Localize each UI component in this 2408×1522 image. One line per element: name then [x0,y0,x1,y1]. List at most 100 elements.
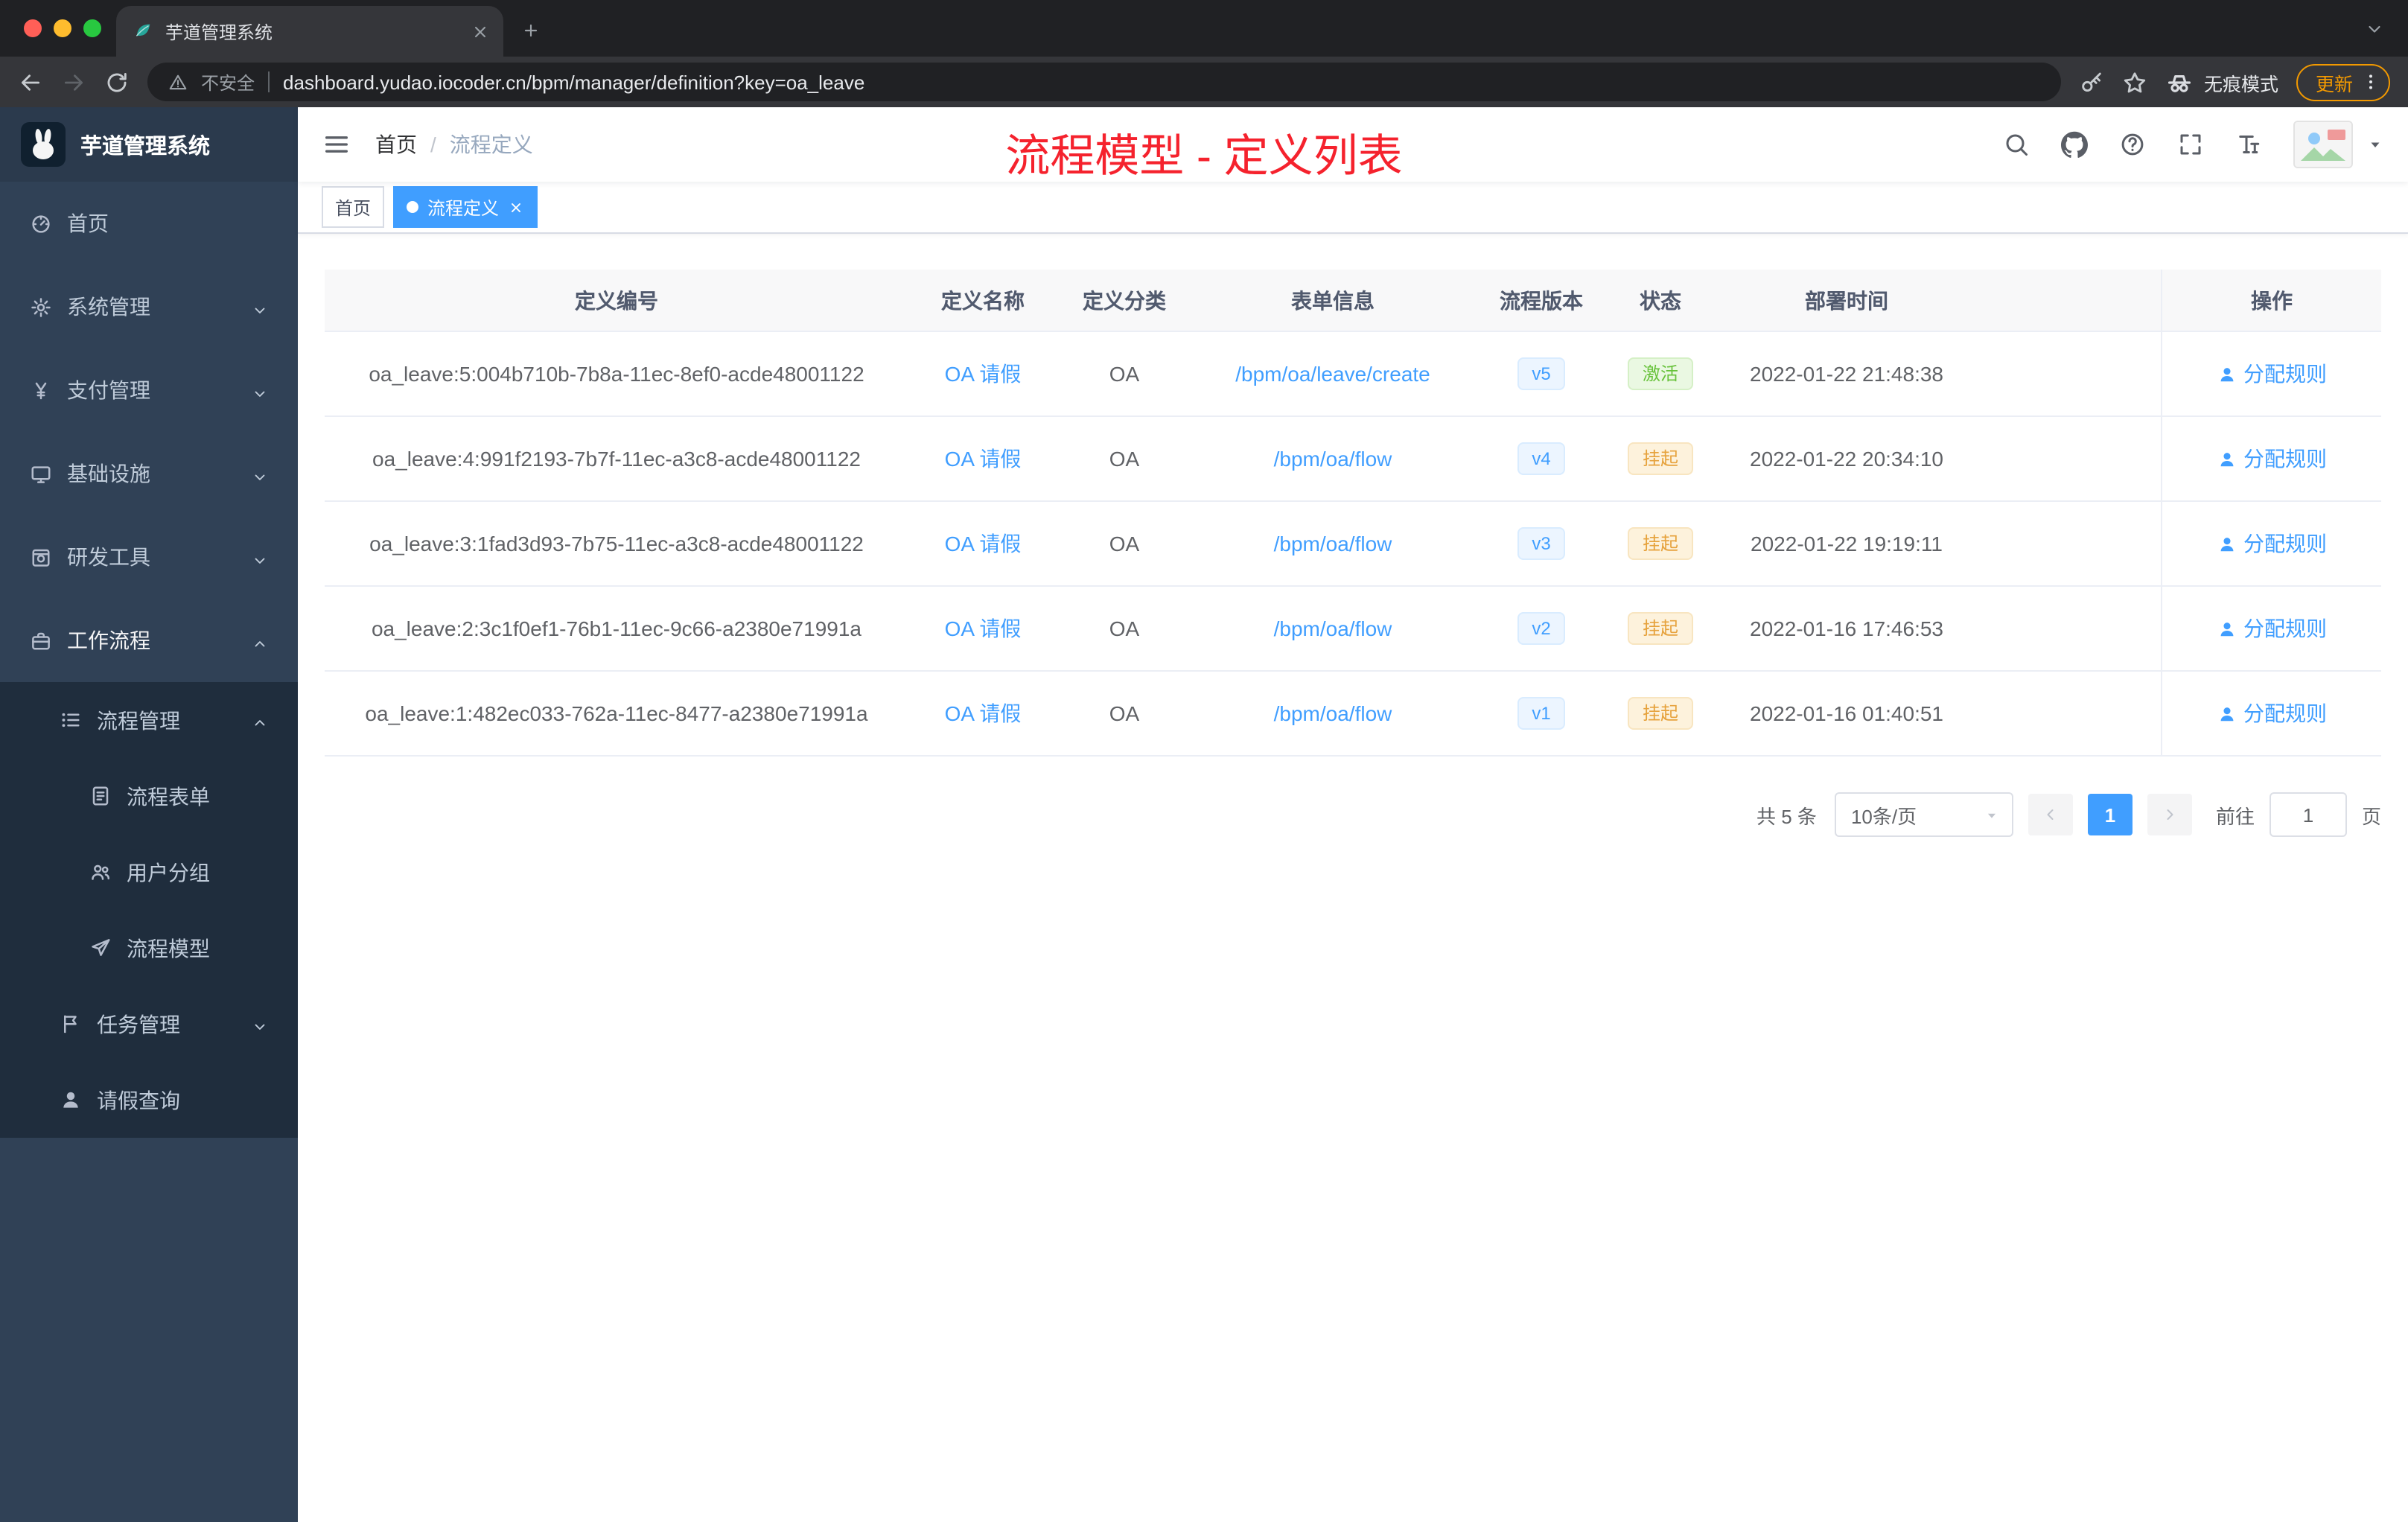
minimize-window-button[interactable] [54,19,71,37]
sidebar-item-label: 流程管理 [97,708,180,732]
navbar-right-menu [2003,121,2384,168]
page-number-button[interactable]: 1 [2087,794,2133,835]
tag-close-icon[interactable] [508,199,524,215]
sidebar-item[interactable]: 系统管理 [0,265,298,348]
back-icon[interactable] [18,69,43,95]
assign-rule-link[interactable]: 分配规则 [2217,698,2327,728]
user-icon [2217,534,2236,553]
sidebar-item[interactable]: 流程表单 [0,758,298,834]
sidebar-item[interactable]: 任务管理 [0,986,298,1062]
chevron-down-icon [252,382,268,398]
pagination: 共 5 条 10条/页 1 前往 页 [325,792,2381,837]
assign-rule-label: 分配规则 [2243,617,2327,640]
definition-name-link[interactable]: OA 请假 [945,614,1022,643]
sidebar-item-label: 任务管理 [97,1012,180,1036]
breadcrumb-home[interactable]: 首页 [375,130,417,159]
breadcrumb: 首页 / 流程定义 [375,130,533,159]
definition-name-link[interactable]: OA 请假 [945,444,1022,474]
definition-category: OA [1057,332,1191,417]
tag-label: 首页 [335,197,372,218]
github-icon[interactable] [2061,131,2088,158]
sidebar-item[interactable]: 用户分组 [0,834,298,910]
prev-page-button[interactable] [2028,794,2073,835]
new-tab-button[interactable] [521,21,541,40]
goto-page-input[interactable] [2269,792,2347,837]
address-bar[interactable]: 不安全 dashboard.yudao.iocoder.cn/bpm/manag… [147,63,2061,101]
definition-name-link[interactable]: OA 请假 [945,698,1022,728]
form-link[interactable]: /bpm/oa/flow [1274,617,1392,640]
tab-close-icon[interactable] [471,22,490,41]
browser-menu-kebab-icon[interactable] [2360,71,2381,92]
assign-rule-link[interactable]: 分配规则 [2217,359,2327,389]
definition-id: oa_leave:2:3c1f0ef1-76b1-11ec-9c66-a2380… [325,587,908,672]
form-link[interactable]: /bpm/oa/flow [1274,532,1392,555]
tab-search-chevron-icon[interactable] [2365,19,2384,39]
sidebar-item[interactable]: 首页 [0,182,298,265]
assign-rule-link[interactable]: 分配规则 [2217,444,2327,474]
version-badge: v5 [1517,357,1566,390]
zoom-window-button[interactable] [83,19,101,37]
next-page-button[interactable] [2147,794,2192,835]
column-header: 定义分类 [1083,288,1166,312]
top-navbar: 首页 / 流程定义 [298,107,2408,182]
form-link[interactable]: /bpm/oa/flow [1274,447,1392,471]
browser-tab[interactable]: 芋道管理系统 [116,6,503,57]
row-spacer [1981,417,2161,502]
safe-icon [30,546,52,568]
omnibox-divider [268,71,270,92]
definitions-table: 定义编号 定义名称 定义分类 表单信息 流程版本 状态 部署时间 操作 oa_leave:5:… [325,270,2381,757]
sidebar-item-label: 流程模型 [127,936,210,960]
definition-id: oa_leave:5:004b710b-7b8a-11ec-8ef0-acde4… [325,332,908,417]
password-key-icon[interactable] [2079,69,2104,95]
sidebar-item-label: 工作流程 [67,628,150,652]
sidebar-item[interactable]: 研发工具 [0,515,298,599]
page-size-value: 10条/页 [1850,805,1917,827]
row-spacer [1981,502,2161,587]
form-link[interactable]: /bpm/oa/flow [1274,701,1392,725]
sidebar-item[interactable]: 基础设施 [0,432,298,515]
sidebar-item-label: 基础设施 [67,462,150,485]
security-label[interactable]: 不安全 [201,69,255,95]
assign-rule-link[interactable]: 分配规则 [2217,529,2327,558]
incognito-label: 无痕模式 [2203,74,2278,95]
sidebar-item-label: 流程表单 [127,784,210,808]
sidebar-item[interactable]: 流程管理 [0,682,298,758]
sidebar-item[interactable]: 请假查询 [0,1062,298,1138]
sidebar-item[interactable]: 流程模型 [0,910,298,986]
user-avatar[interactable] [2293,121,2353,168]
sidebar-item[interactable]: 工作流程 [0,599,298,682]
close-window-button[interactable] [24,19,42,37]
pagination-total: 共 5 条 [1756,805,1817,827]
user-icon [60,1089,82,1111]
assign-rule-label: 分配规则 [2243,701,2327,725]
fullscreen-icon[interactable] [2177,131,2204,158]
column-header: 表单信息 [1291,288,1375,312]
plane-icon [89,937,112,959]
goto-label: 前往 [2215,805,2255,827]
reload-icon[interactable] [104,69,130,95]
page-size-select[interactable]: 10条/页 [1834,792,2013,837]
tags-bar: 首页 流程定义 [298,182,2408,234]
hamburger-icon[interactable] [322,130,351,159]
assign-rule-label: 分配规则 [2243,447,2327,471]
version-badge: v4 [1517,442,1566,475]
definition-name-link[interactable]: OA 请假 [945,359,1022,389]
status-badge: 挂起 [1627,527,1693,560]
column-header: 定义编号 [575,288,658,312]
form-link[interactable]: /bpm/oa/leave/create [1235,362,1430,386]
forward-icon[interactable] [61,69,86,95]
search-icon[interactable] [2003,131,2030,158]
bookmark-star-icon[interactable] [2122,69,2147,95]
sidebar-item[interactable]: 支付管理 [0,348,298,432]
table-body: oa_leave:5:004b710b-7b8a-11ec-8ef0-acde4… [325,332,2381,757]
help-icon[interactable] [2119,131,2146,158]
font-size-icon[interactable] [2235,131,2262,158]
avatar-caret-down-icon[interactable] [2366,136,2384,153]
definition-name-link[interactable]: OA 请假 [945,529,1022,558]
chevron-down-icon [252,299,268,315]
assign-rule-link[interactable]: 分配规则 [2217,614,2327,643]
sidebar-item-label: 请假查询 [97,1088,180,1112]
tag-item[interactable]: 流程定义 [393,186,538,228]
update-button[interactable]: 更新 [2296,63,2390,101]
tag-item[interactable]: 首页 [322,186,385,228]
